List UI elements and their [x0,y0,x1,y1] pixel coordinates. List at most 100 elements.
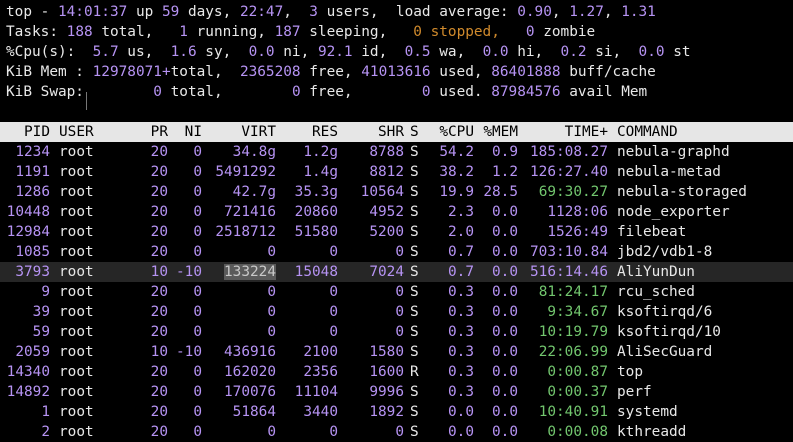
process-pid: 1286 [15,184,50,200]
process-user: root [59,144,94,160]
process-cmd: node_exporter [617,204,730,220]
summary-segment: total, [92,24,180,40]
process-pid: 3793 [15,264,50,280]
summary-segment: used, [430,64,492,80]
process-time-major: 81 [538,284,557,300]
summary-segment: total, [161,84,292,100]
summary-segment: sy, [196,44,249,60]
process-time: 10:40.91 [520,402,608,422]
process-row[interactable]: 14892 root 20 0 170076 11104 9996 S 0.3 0.0 0:00.3… [0,382,793,402]
summary-segment: free, [300,64,362,80]
process-pr: 20 [150,284,168,300]
process-time-major: 69 [538,184,557,200]
process-pr: 20 [150,164,168,180]
summary-segment: %Cpu(s): [6,44,93,60]
process-row[interactable]: 14340 root 20 0 162020 2356 1600 R 0.3 0.0 0:00.87… [0,362,793,382]
process-time: 1128:06 [520,202,608,222]
process-row[interactable]: 2059 root 10 -10 436916 2100 1580 S 0.3 0.0 22:06.… [0,342,793,362]
process-virt: 5491292 [215,164,276,180]
process-mem: 28.5 [483,184,518,200]
process-row[interactable]: 9 root 20 0 0 0 0 S 0.3 0.0 81:24.17 rcu_sched [0,282,793,302]
process-cmd: jbd2/vdb1-8 [617,244,713,260]
process-cpu: 2.0 [448,224,474,240]
process-ni: 0 [193,424,202,440]
process-mem: 0.0 [492,264,518,280]
summary-segment: wa, [430,44,483,60]
summary-segment: 59 [161,4,180,20]
col-pid: PID [24,124,50,140]
summary-segment: 0.0 [248,44,275,60]
process-ni: 0 [193,284,202,300]
summary-segment: 1.27 [569,4,604,20]
process-row[interactable]: 1234 root 20 0 34.8g 1.2g 8788 S 54.2 0.9 185:08.2… [0,142,793,162]
process-row[interactable]: 1191 root 20 0 5491292 1.4g 8812 S 38.2 1.2 126:27… [0,162,793,182]
process-row[interactable]: 3793 root 10 -10 133224 15048 7024 S 0.7 0.0 516:1… [0,262,793,282]
process-user: root [59,184,94,200]
process-time-minor: :24.17 [556,284,608,300]
process-row[interactable]: 1085 root 20 0 0 0 0 S 0.7 0.0 703:10.84 jbd2/vdb1-… [0,242,793,262]
process-pid: 12984 [6,224,50,240]
summary-segment: st [664,44,691,60]
process-time-minor: :49 [582,224,608,240]
process-cmd: filebeat [617,224,687,240]
process-ni: 0 [193,204,202,220]
process-ni: 0 [193,164,202,180]
process-ni: 0 [193,324,202,340]
process-row[interactable]: 10448 root 20 0 721416 20860 4952 S 2.3 0.0 1128:0… [0,202,793,222]
summary-segment: top - [6,4,58,20]
process-row[interactable]: 39 root 20 0 0 0 0 S 0.3 0.0 9:34.67 ksoftirqd/6 [0,302,793,322]
process-virt: 162020 [224,364,276,380]
process-pr: 10 [150,264,168,280]
process-cpu: 2.3 [448,204,474,220]
process-res: 0 [329,304,338,320]
process-time-major: 0 [547,384,557,400]
process-cpu: 0.7 [448,244,474,260]
process-cpu: 0.3 [448,384,474,400]
col-virt: VIRT [241,124,276,140]
process-shr: 4952 [369,204,404,220]
process-row[interactable]: 12984 root 20 0 2518712 51580 5200 S 2.0 0.0 1526:… [0,222,793,242]
process-shr: 5200 [369,224,404,240]
process-cpu: 54.2 [439,144,474,160]
process-mem: 0.0 [492,384,518,400]
process-cpu: 0.0 [448,404,474,420]
summary-segment: 0 [525,24,535,40]
process-shr: 9996 [369,384,404,400]
process-row[interactable]: 2 root 20 0 0 0 0 S 0.0 0.0 0:00.08 kthreadd [0,422,793,442]
summary-segment: ni, [274,44,318,60]
process-row[interactable]: 1 root 20 0 51864 3440 1892 S 0.0 0.0 10:40.91 syst… [0,402,793,422]
process-pr: 20 [150,404,168,420]
summary-segment: zombie [534,24,596,40]
process-mem: 0.0 [492,404,518,420]
process-pr: 20 [150,424,168,440]
process-ni: -10 [176,264,202,280]
summary-segment: avail Mem [560,84,648,100]
col-res: RES [312,124,338,140]
process-user: root [59,164,94,180]
process-shr: 0 [395,324,404,340]
summary-segment: 0 [291,84,301,100]
col-ni: NI [184,124,202,140]
process-pid: 39 [32,304,50,320]
summary-segment: total, [170,64,240,80]
process-virt: 170076 [224,384,276,400]
process-virt: 51864 [232,404,276,420]
process-user: root [59,284,94,300]
process-pid: 9 [41,284,50,300]
summary-segment: 1 [179,24,188,40]
process-cpu: 0.3 [448,344,474,360]
process-user: root [59,264,94,280]
process-time-major: 703 [530,244,557,260]
process-time: 81:24.17 [520,282,608,302]
process-mem: 0.0 [492,324,518,340]
process-virt-highlight: 133224 [224,264,276,280]
terminal-window[interactable]: top - 14:01:37 up 59 days, 22:47, 3 user… [0,0,793,440]
process-mem: 0.0 [492,344,518,360]
process-time-major: 126 [530,164,557,180]
process-res: 20860 [294,204,338,220]
process-shr: 10564 [360,184,404,200]
process-s: S [410,424,419,440]
process-row[interactable]: 59 root 20 0 0 0 0 S 0.3 0.0 10:19.79 ksoftirqd/10 [0,322,793,342]
process-row[interactable]: 1286 root 20 0 42.7g 35.3g 10564 S 19.9 28.5 69:30… [0,182,793,202]
summary-segment: , [283,4,310,20]
